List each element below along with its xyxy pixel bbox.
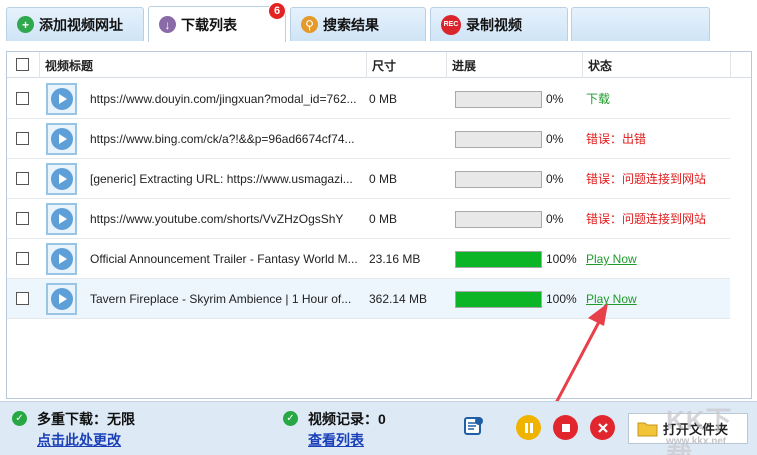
tab-download-list[interactable]: ↓ 下载列表 <box>148 6 286 42</box>
log-icon-svg <box>464 417 483 435</box>
multi-download-label: 多重下载：无限 <box>37 411 135 427</box>
tab-label: 下载列表 <box>181 16 237 33</box>
close-icon <box>597 422 608 433</box>
video-history-label: 视频记录：0 <box>308 411 386 427</box>
change-setting-link[interactable]: 点击此处更改 <box>37 430 121 450</box>
pause-icon <box>524 422 533 433</box>
stop-icon <box>561 423 570 432</box>
download-icon: ↓ <box>159 16 176 33</box>
folder-icon <box>637 422 658 436</box>
delete-button[interactable] <box>590 415 615 440</box>
check-icon: ✓ <box>12 411 27 426</box>
download-count-badge: 6 <box>268 2 286 20</box>
arrow-head <box>588 303 608 326</box>
status-bar: ✓ 多重下载：无限 点击此处更改 ✓ 视频记录：0 查看列表 打开文件夹 <box>0 401 757 455</box>
view-list-link[interactable]: 查看列表 <box>308 430 364 450</box>
check-icon: ✓ <box>283 411 298 426</box>
watermark-url: www.kkx.net <box>666 436 727 447</box>
log-icon[interactable] <box>463 416 485 438</box>
annotation-arrow <box>545 303 608 421</box>
pause-button[interactable] <box>516 415 541 440</box>
stop-button[interactable] <box>553 415 578 440</box>
